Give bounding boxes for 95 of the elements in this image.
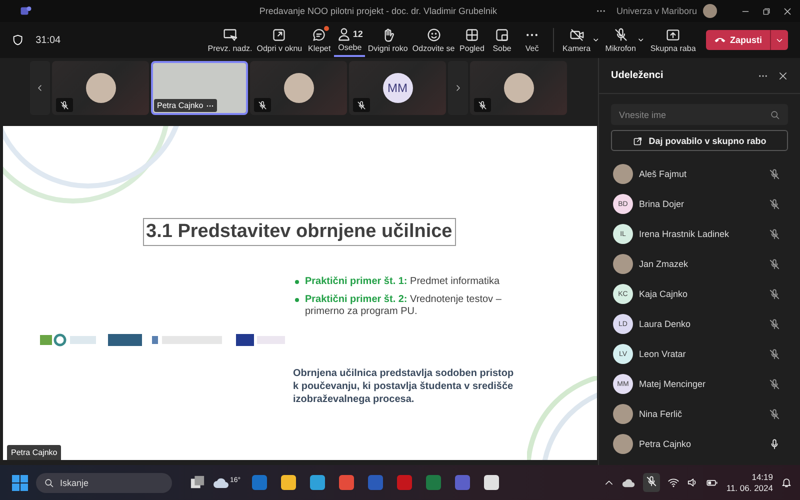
participant-name: Nina Ferlič xyxy=(639,409,684,419)
presenter-label: Petra Cajnko xyxy=(7,445,62,460)
panel-title: Udeleženci xyxy=(611,70,664,81)
cloud-icon[interactable] xyxy=(622,478,636,488)
avatar-placeholder xyxy=(504,73,534,103)
bell-icon xyxy=(781,477,792,488)
popout-window-icon xyxy=(272,28,286,42)
participant-name: Kaja Cajnko xyxy=(639,289,689,299)
restore-icon xyxy=(762,6,771,16)
share-button[interactable]: Skupna raba xyxy=(648,23,698,57)
close-icon xyxy=(778,70,788,80)
participant-count: 12 xyxy=(352,28,363,38)
task-view-icon[interactable] xyxy=(190,475,205,490)
participant-name: Laura Denko xyxy=(639,319,692,329)
account-name: Univerza v Mariboru xyxy=(616,6,697,16)
slide-paragraph: Obrnjena učilnica predstavlja sodoben pristop k poučevanju, ki postavlja študenta v središče izobraževalnega procesa. xyxy=(293,366,515,406)
grid-view-icon xyxy=(464,28,479,42)
participant-name: Brina Dojer xyxy=(639,199,686,209)
microphone-off-icon xyxy=(357,100,366,110)
leave-button[interactable]: Zapusti xyxy=(706,30,770,50)
participant-name: Petra Cajnko xyxy=(639,439,692,449)
microphone-button[interactable]: Mikrofon xyxy=(602,23,638,57)
window-title: Predavanje NOO pilotni projekt - doc. dr. Vladimir Grubelnik xyxy=(258,6,498,16)
initials-avatar: MM xyxy=(382,73,412,103)
toolbar-button[interactable]: Sobe xyxy=(487,23,518,57)
microphone-off-icon xyxy=(646,476,658,487)
leave-options-button[interactable] xyxy=(770,30,788,50)
smiley-icon xyxy=(426,28,441,42)
caret-icon xyxy=(592,36,600,44)
bullet-text: Praktični primer št. 2: Vrednotenje testov – primerno za program PU. xyxy=(305,294,502,317)
search-field[interactable]: Vnesite ime xyxy=(611,104,788,125)
microphone-off-button[interactable] xyxy=(643,473,660,492)
video-camera-off-icon xyxy=(570,28,584,42)
toolbar-button[interactable]: Prevz. nadz. xyxy=(206,23,255,57)
toolbar-button[interactable]: Odpri v oknu xyxy=(254,23,304,57)
participant-name: Petra Cajnko xyxy=(157,101,204,110)
bullet-text: Praktični primer št. 1: Predmet informatika xyxy=(305,276,500,287)
toolbar-button[interactable]: Dvigni roko xyxy=(365,23,410,57)
search-icon xyxy=(770,110,780,120)
close-icon xyxy=(783,6,792,16)
search-icon xyxy=(44,478,54,488)
participant-name: Leon Vratar xyxy=(639,349,687,359)
invite-button[interactable]: Daj povabilo v skupno rabo xyxy=(611,130,788,151)
clock-time: 14:19 xyxy=(752,472,773,482)
video-tile[interactable]: MM xyxy=(349,61,446,115)
video-tile[interactable]: Petra Cajnko xyxy=(151,61,248,115)
caret-icon xyxy=(637,36,646,44)
microphone-off-icon xyxy=(478,100,487,110)
clock-date: 11. 06. 2024 xyxy=(726,482,773,493)
avatar-placeholder xyxy=(284,73,314,103)
people-icon xyxy=(336,26,351,40)
participant-name: Jan Zmazek xyxy=(639,259,690,269)
cloud-icon[interactable] xyxy=(213,476,229,488)
phone-hangup-icon xyxy=(714,36,726,44)
app-icon[interactable] xyxy=(310,475,325,490)
app-logo-icon xyxy=(20,5,32,17)
folder-icon[interactable] xyxy=(280,475,296,490)
camera-button[interactable]: Kamera xyxy=(560,23,594,57)
speaker-icon xyxy=(687,477,698,488)
meeting-timer: 31:04 xyxy=(36,34,61,46)
toolbar-button[interactable]: Klepet xyxy=(304,23,334,57)
slide-title: 3.1 Predstavitev obrnjene učilnice xyxy=(143,218,456,246)
avatar-placeholder xyxy=(613,254,633,274)
chevron-right-icon xyxy=(454,84,462,92)
share-icon xyxy=(632,136,643,146)
avatar-placeholder xyxy=(703,4,717,18)
avatar-placeholder xyxy=(613,434,633,454)
participant-name: Aleš Fajmut xyxy=(639,169,688,179)
start-button-icon[interactable] xyxy=(12,474,28,490)
avatar-placeholder xyxy=(613,164,633,184)
toolbar-button[interactable]: Odzovite se xyxy=(410,23,457,57)
chat-icon xyxy=(312,28,326,42)
video-tile[interactable] xyxy=(470,61,567,115)
avatar-placeholder xyxy=(613,404,633,424)
video-tile[interactable] xyxy=(52,61,149,115)
share-screen-icon xyxy=(666,28,680,42)
chevron-left-icon xyxy=(36,84,44,92)
microphone-off-icon xyxy=(258,100,267,110)
toolbar-button[interactable]: Več xyxy=(517,23,548,57)
microphone-off-icon xyxy=(614,28,628,42)
shield-icon xyxy=(12,34,24,46)
battery-icon xyxy=(706,477,718,488)
participant-name: Irena Hrastnik Ladinek xyxy=(639,229,730,239)
app-icon[interactable] xyxy=(484,475,499,490)
taskbar-search-field[interactable]: Iskanje xyxy=(36,472,172,492)
microphone-off-icon xyxy=(60,100,69,110)
wifi-icon xyxy=(668,477,680,488)
screen-pointer-icon xyxy=(223,28,238,42)
search-placeholder: Vnesite ime xyxy=(619,110,666,120)
avatar-placeholder xyxy=(86,73,116,103)
search-placeholder: Iskanje xyxy=(60,478,89,488)
participant-name: Matej Mencinger xyxy=(639,379,707,389)
rooms-icon xyxy=(495,28,510,42)
video-tile[interactable] xyxy=(250,61,347,115)
toolbar-button[interactable]: Pogled xyxy=(456,23,488,57)
